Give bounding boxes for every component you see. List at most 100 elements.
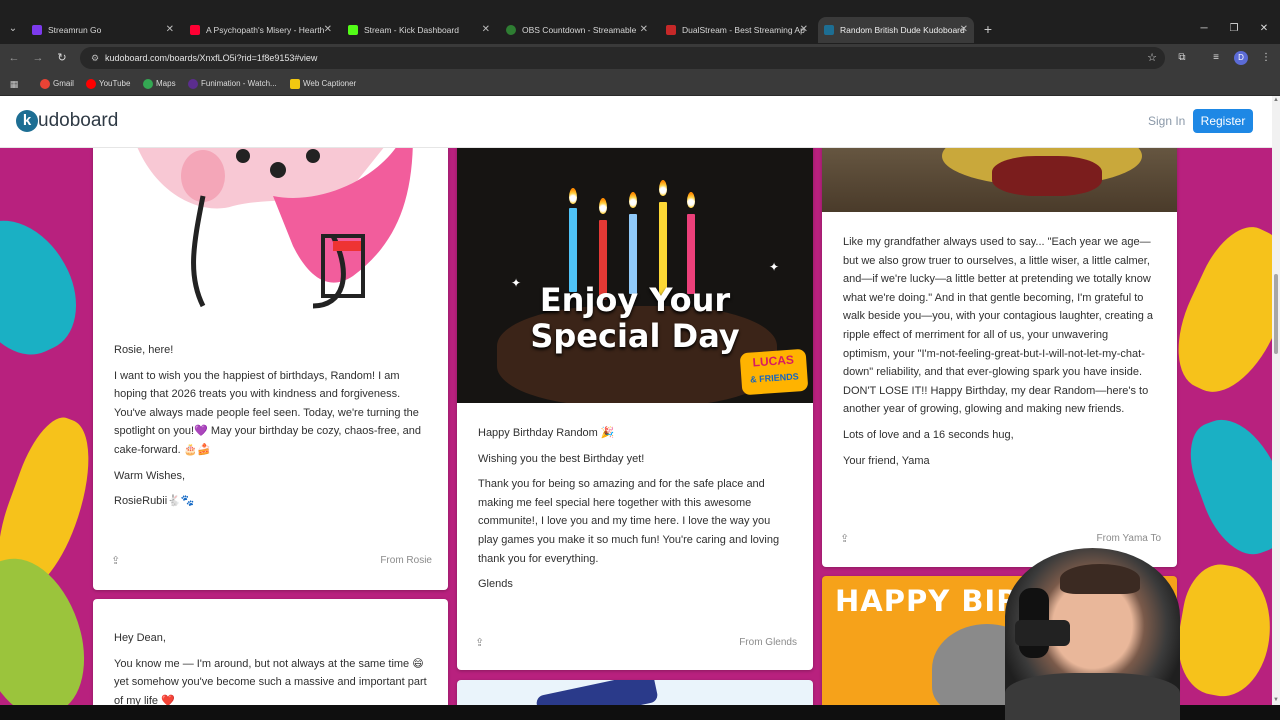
post-drawing (93, 136, 448, 314)
page-scrollbar[interactable]: ▲ ▼ (1272, 96, 1280, 705)
bookmark-maps[interactable]: Maps (143, 72, 176, 96)
sign-in-link[interactable]: Sign In (1148, 112, 1185, 130)
more-menu-icon[interactable]: ⋮ (1258, 50, 1274, 66)
close-tab-icon[interactable]: ✕ (324, 17, 332, 43)
extensions-icon[interactable]: ⧉ (1174, 50, 1190, 66)
flame (687, 192, 695, 208)
webcam-overlay (1005, 548, 1180, 720)
close-tab-icon[interactable]: ✕ (482, 17, 490, 43)
sparkle-icon: ✦ (769, 260, 780, 274)
post-card-rosie: Rosie, here! I want to wish you the happ… (93, 136, 448, 590)
close-window-icon[interactable]: ✕ (1254, 18, 1274, 40)
sparkle-icon: ✦ (511, 276, 522, 290)
dualstream-favicon-icon (666, 25, 676, 35)
maps-icon (143, 79, 153, 89)
post-signature: Your friend, Yama (843, 454, 930, 467)
tab-kick[interactable]: Stream - Kick Dashboard ✕ (342, 17, 496, 43)
post-body: You know me — I'm around, but not always… (114, 657, 427, 705)
bookmark-web-captioner[interactable]: Web Captioner (290, 72, 356, 96)
post-greeting: Hey Dean, (114, 632, 166, 644)
tab-title: Streamrun Go (48, 25, 102, 35)
birthday-cake-gif: Enjoy Your Special Day LUCAS & FRIENDS ✦… (457, 136, 813, 403)
restore-icon[interactable]: ❐ (1224, 18, 1244, 40)
site-info-icon[interactable]: ⚙ (88, 51, 102, 65)
close-tab-icon[interactable]: ✕ (800, 17, 808, 43)
post-body: Like my grandfather always used to say..… (843, 236, 1154, 416)
tab-search-icon[interactable]: ⌄ (6, 20, 20, 38)
web-captioner-icon (290, 79, 300, 89)
logo-text: udoboard (38, 110, 119, 131)
funimation-icon (188, 79, 198, 89)
tab-kudoboard[interactable]: Random British Dude Kudoboard ✕ (818, 17, 974, 43)
chrome-favicon-icon (506, 25, 516, 35)
scrollbar-thumb[interactable] (1274, 274, 1278, 354)
bookmark-label: Funimation - Watch... (201, 79, 277, 88)
post-body: Thank you for being so amazing and for t… (478, 478, 780, 565)
tab-streamrun[interactable]: Streamrun Go ✕ (26, 17, 180, 43)
bookmark-gmail[interactable]: Gmail (40, 72, 74, 96)
tab-dualstream[interactable]: DualStream - Best Streaming Ap ✕ (660, 17, 814, 43)
logo-mark: k (16, 110, 38, 132)
share-icon[interactable]: ⇪ (111, 554, 120, 567)
post-signature: RosieRubii🐇🐾 (114, 495, 195, 508)
webcam-fragment (1005, 673, 1180, 720)
profile-avatar[interactable]: D (1234, 51, 1248, 65)
webcam-fragment (1060, 564, 1140, 594)
tab-title: OBS Countdown - Streamable (522, 25, 637, 35)
bookmark-youtube[interactable]: YouTube (86, 72, 130, 96)
apps-grid-icon[interactable]: ▦ (8, 78, 20, 90)
register-button[interactable]: Register (1193, 109, 1253, 133)
tab-strip: ⌄ Streamrun Go ✕ A Psychopath's Misery -… (0, 0, 1280, 44)
bookmark-label: Maps (156, 79, 176, 88)
forward-icon[interactable]: → (30, 50, 46, 66)
leaf-decoration (1169, 559, 1272, 703)
gif-text-line2: Special Day (530, 317, 740, 355)
scroll-up-icon[interactable]: ▲ (1272, 96, 1280, 104)
close-tab-icon[interactable]: ✕ (960, 17, 968, 43)
tab-title: Stream - Kick Dashboard (364, 25, 459, 35)
post-author: From Glends (739, 637, 797, 648)
back-icon[interactable]: ← (6, 50, 22, 66)
media-controls-icon[interactable]: ≡ (1208, 50, 1224, 66)
bookmark-label: Gmail (53, 79, 74, 88)
minimize-icon[interactable]: ─ (1194, 18, 1214, 40)
new-tab-icon[interactable]: + (980, 18, 996, 40)
flame (569, 188, 577, 204)
address-bar[interactable]: ⚙ kudoboard.com/boards/XnxfLO5i?rid=1f8e… (80, 47, 1165, 69)
youtube-favicon-icon (190, 25, 200, 35)
post-card-glends: Enjoy Your Special Day LUCAS & FRIENDS ✦… (457, 136, 813, 670)
bookmark-label: Web Captioner (303, 79, 357, 88)
leaf-decoration (1178, 406, 1272, 566)
cartoon-fragment (992, 156, 1102, 196)
post-author: From Rosie (380, 555, 432, 566)
post-message: Happy Birthday Random 🎉 Wishing you the … (478, 424, 792, 601)
post-image-fragment (535, 680, 659, 705)
bookmark-funimation[interactable]: Funimation - Watch... (188, 72, 277, 96)
post-subline: Lots of love and a 16 seconds hug, (843, 428, 1014, 441)
bookmarks-bar: ▦ Gmail YouTube Maps Funimation - Watch.… (0, 72, 1280, 96)
post-greeting: Happy Birthday Random 🎉 (478, 427, 615, 439)
bookmark-star-icon[interactable]: ☆ (1147, 47, 1157, 69)
share-icon[interactable]: ⇪ (475, 636, 484, 649)
microphone-icon (1015, 620, 1070, 646)
scroll-down-icon[interactable]: ▼ (1272, 696, 1280, 704)
bookmark-label: YouTube (99, 79, 131, 88)
site-header: k udoboard Sign In Register (0, 96, 1272, 148)
leaf-decoration (0, 201, 95, 371)
post-subline: Wishing you the best Birthday yet! (478, 452, 645, 465)
post-signature: Glends (478, 578, 513, 591)
tab-title: Random British Dude Kudoboard (840, 25, 965, 35)
close-tab-icon[interactable]: ✕ (640, 17, 648, 43)
reload-icon[interactable]: ↻ (54, 50, 70, 66)
gmail-icon (40, 79, 50, 89)
streamrun-favicon-icon (32, 25, 42, 35)
share-icon[interactable]: ⇪ (840, 532, 849, 545)
post-card-next (457, 680, 813, 705)
tab-title: DualStream - Best Streaming Ap (682, 25, 805, 35)
url-text[interactable]: kudoboard.com/boards/XnxfLO5i?rid=1f8e91… (105, 47, 317, 69)
post-card-dean: Hey Dean, You know me — I'm around, but … (93, 599, 448, 705)
kudoboard-logo[interactable]: k udoboard (16, 110, 118, 134)
tab-youtube[interactable]: A Psychopath's Misery - Hearth ✕ (184, 17, 338, 43)
tab-obs-countdown[interactable]: OBS Countdown - Streamable ✕ (500, 17, 654, 43)
close-tab-icon[interactable]: ✕ (166, 17, 174, 43)
